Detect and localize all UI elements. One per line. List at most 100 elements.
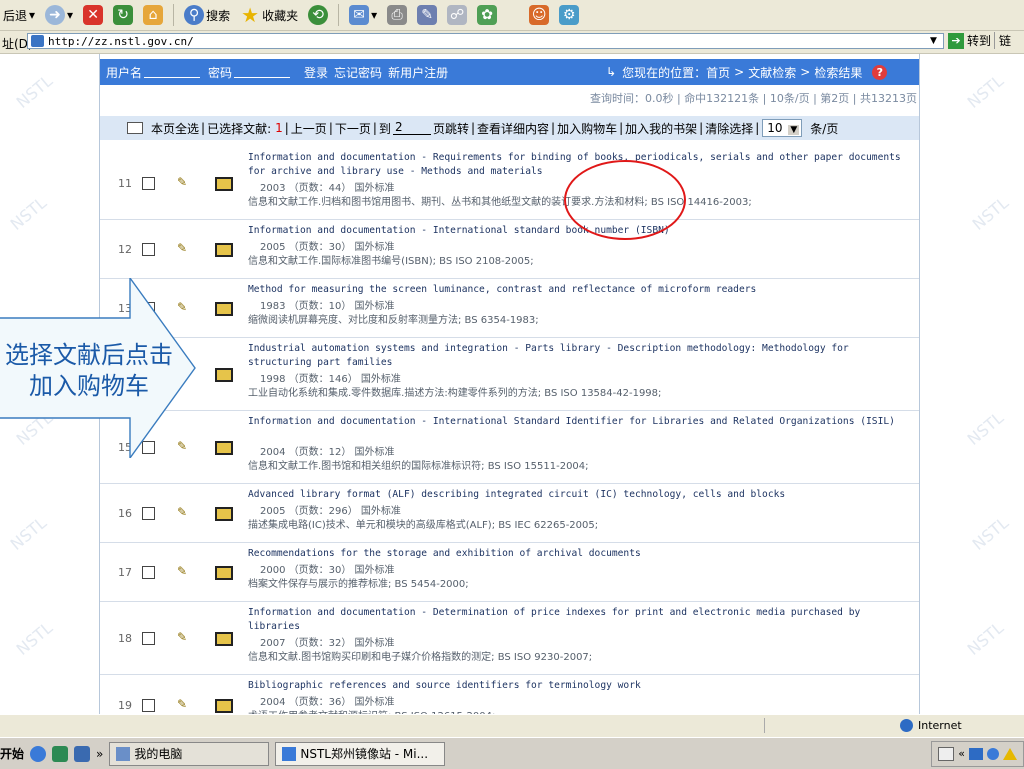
app-icon[interactable] [52,745,69,762]
row-title[interactable]: Industrial automation systems and integr… [248,342,916,370]
view-details-link[interactable]: 查看详细内容 [475,120,551,137]
password-label: 密码 [208,65,233,80]
task-my-computer[interactable]: 我的电脑 [109,741,270,766]
register-link[interactable]: 新用户注册 [388,64,448,81]
result-row: 17 ✎ Recommendations for the storage and e… [100,543,919,602]
row-checkbox[interactable] [142,632,155,645]
goto-button[interactable]: 页跳转 [431,120,471,137]
row-meta: 2004 （页数：12） 国外标准 [260,447,395,458]
print-button[interactable]: ⎙ [384,2,410,28]
per-page-select[interactable]: 10 ▼ [762,119,803,137]
folder-icon[interactable] [215,368,233,382]
folder-icon[interactable] [215,302,233,316]
result-row: 12 ✎ Information and documentation - Inter… [100,220,919,279]
folder-icon[interactable] [215,699,233,713]
row-checkbox[interactable] [142,566,155,579]
edit-record-icon[interactable]: ✎ [177,564,189,578]
edit-button[interactable]: ✎ [414,2,440,28]
stop-icon: ✕ [83,5,104,25]
watermark: NSTL [968,513,1013,554]
selected-label: 已选择文献: [207,121,272,136]
keyboard-icon[interactable] [938,746,955,761]
status-panel [764,718,895,733]
edit-record-icon[interactable]: ✎ [177,175,189,189]
home-button[interactable]: ⌂ [140,2,166,28]
edit-record-icon[interactable]: ✎ [177,241,189,255]
callout-label: 选择文献后点击 加入购物车 [0,340,185,402]
tray-chevron-icon[interactable]: « [958,747,965,760]
row-checkbox[interactable] [142,177,155,190]
task-browser[interactable]: NSTL郑州镜像站 - Mi... [275,741,446,766]
globe-icon [900,719,913,732]
refresh-button[interactable]: ↻ [110,2,136,28]
prev-page-link[interactable]: 上一页 [289,120,329,137]
forward-button[interactable]: ➜ ▾ [42,2,76,28]
goto-page-input[interactable]: 2 [392,121,431,135]
discuss-button[interactable]: ☍ [444,2,470,28]
row-title[interactable]: Information and documentation - Internat… [248,415,916,429]
messenger-icon: ✿ [477,5,498,25]
edit-record-icon[interactable]: ✎ [177,505,189,519]
research-button[interactable]: ☺ [526,2,552,28]
row-checkbox[interactable] [142,243,155,256]
row-checkbox[interactable] [142,507,155,520]
result-row: 14✎Industrial automation systems and int… [100,338,919,411]
row-title[interactable]: Method for measuring the screen luminanc… [248,283,916,297]
login-link[interactable]: 登录 [304,64,328,81]
help-icon[interactable]: ? [872,64,888,80]
row-title[interactable]: Advanced library format (ALF) describing… [248,488,916,502]
row-number: 19 [118,699,132,712]
go-button[interactable]: ➔ 转到 链 [948,32,1011,49]
ie-icon[interactable] [30,745,47,762]
row-title[interactable]: Bibliographic references and source iden… [248,679,916,693]
go-arrow-icon: ➔ [948,32,964,49]
add-to-shelf-link[interactable]: 加入我的书架 [623,120,699,137]
folder-icon[interactable] [215,566,233,580]
breadcrumb-results[interactable]: 检索结果 [814,64,862,81]
next-page-link[interactable]: 下一页 [333,120,373,137]
row-chinese-title: 术语工作用参考文献和源标识符; BS ISO 12615-2004; [248,707,495,714]
row-meta: 2000 （页数：30） 国外标准 [260,565,395,576]
folder-icon[interactable] [215,177,233,191]
breadcrumb-search[interactable]: 文献检索 [748,64,796,81]
row-meta: 2004 （页数：36） 国外标准 [260,697,395,708]
messenger-button[interactable]: ✿ [474,2,500,28]
links-label[interactable]: 链 [994,32,1011,49]
select-all-label[interactable]: 本页全选 [149,120,201,137]
folder-icon[interactable] [215,243,233,257]
overflow-chevron-icon[interactable]: » [96,747,103,761]
desktop-icon[interactable] [74,745,91,762]
start-button[interactable]: 开始 [0,745,24,762]
add-to-cart-link[interactable]: 加入购物车 [555,120,619,137]
stop-button[interactable]: ✕ [80,2,106,28]
go-label: 转到 [967,34,992,48]
folder-icon[interactable] [215,441,233,455]
row-checkbox[interactable] [142,699,155,712]
username-field[interactable] [144,66,201,78]
select-all-checkbox[interactable] [127,122,143,134]
history-button[interactable]: ⟲ [305,2,331,28]
watermark: NSTL [968,193,1013,234]
back-button[interactable]: 后退 ▾ [0,2,38,28]
address-input[interactable]: http://zz.nstl.gov.cn/ [27,33,944,49]
row-title[interactable]: Recommendations for the storage and exhi… [248,547,916,561]
row-title[interactable]: Information and documentation - Determin… [248,606,916,634]
address-dropdown-icon[interactable]: ▼ [930,36,937,46]
breadcrumb-home[interactable]: 首页 [706,64,730,81]
warning-icon[interactable] [1003,747,1017,760]
folder-icon[interactable] [215,632,233,646]
password-field[interactable] [234,66,291,78]
clear-selection-link[interactable]: 清除选择 [703,120,755,137]
favorites-button[interactable]: ★ 收藏夹 [237,2,301,28]
shield-icon[interactable] [987,747,999,760]
folder-icon[interactable] [215,507,233,521]
edit-record-icon[interactable]: ✎ [177,697,189,711]
callout-line-2: 加入购物车 [29,372,149,400]
search-button[interactable]: ⚲ 搜索 [181,2,233,28]
row-meta: 1983 （页数：10） 国外标准 [260,301,395,312]
network-icon[interactable] [969,747,983,760]
edit-record-icon[interactable]: ✎ [177,630,189,644]
tools-button[interactable]: ⚙ [556,2,582,28]
mail-button[interactable]: ✉ ▾ [346,2,380,28]
forgot-password-link[interactable]: 忘记密码 [334,64,382,81]
